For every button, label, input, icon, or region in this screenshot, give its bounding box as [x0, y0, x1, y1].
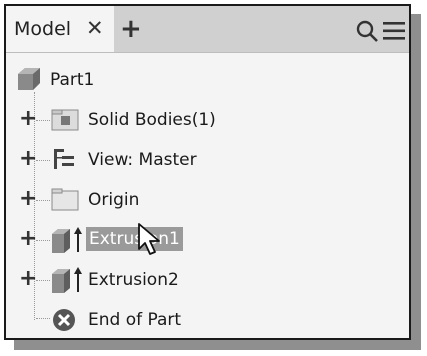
expand-toggle[interactable]: +: [19, 266, 37, 291]
view-icon: [54, 149, 74, 169]
tree-item-label: Extrusion2: [88, 270, 179, 290]
tree-item-extrusion2[interactable]: + Extrusion2: [6, 264, 406, 296]
tree-item-label: Origin: [88, 190, 140, 210]
tree-item-view-master[interactable]: + View: Master: [6, 144, 406, 176]
tab-bar: Model ✕ +: [6, 6, 409, 53]
add-tab-button[interactable]: +: [120, 14, 142, 44]
expand-toggle[interactable]: +: [19, 146, 37, 171]
tree-item-solid-bodies[interactable]: + Solid Bodies(1): [6, 104, 406, 136]
tree-item-label: Extrusion1: [86, 227, 183, 251]
tab-model-label: Model: [14, 18, 72, 40]
tree-connector: [36, 280, 50, 281]
expand-toggle[interactable]: +: [19, 106, 37, 131]
solid-bodies-folder-icon: [51, 109, 79, 131]
close-icon[interactable]: ✕: [86, 16, 104, 40]
end-of-part-icon: [53, 309, 75, 331]
tree-item-label: End of Part: [88, 310, 182, 330]
tree-connector: [36, 200, 50, 201]
expand-toggle[interactable]: +: [19, 186, 37, 211]
expand-toggle[interactable]: +: [19, 226, 37, 251]
extrusion-icon: [52, 227, 82, 253]
tree-connector: [36, 120, 50, 121]
tree-item-end-of-part[interactable]: End of Part: [6, 304, 406, 336]
search-icon[interactable]: [356, 20, 378, 42]
folder-icon: [51, 188, 79, 211]
tree-item-origin[interactable]: + Origin: [6, 184, 406, 216]
extrusion-icon: [52, 267, 82, 293]
tree-root-part1[interactable]: Part1: [6, 64, 406, 96]
tree-item-label: View: Master: [88, 150, 197, 170]
tree-item-label: Solid Bodies(1): [88, 110, 216, 130]
tree-connector: [36, 318, 50, 319]
tree-connector: [36, 160, 50, 161]
tree-connector: [36, 240, 50, 241]
tree-item-extrusion1[interactable]: + Extrusion1: [6, 224, 406, 256]
mouse-pointer-icon: [138, 223, 160, 255]
tree-root-label: Part1: [50, 70, 95, 90]
model-tree: Part1 + Solid Bodies(1) + View: Master +…: [6, 52, 409, 338]
tab-model[interactable]: Model ✕: [6, 6, 114, 52]
model-browser-panel: Model ✕ + Part1 + Solid Bodies(1) + View…: [4, 4, 411, 340]
menu-icon[interactable]: [383, 21, 405, 41]
part-icon: [18, 68, 40, 90]
